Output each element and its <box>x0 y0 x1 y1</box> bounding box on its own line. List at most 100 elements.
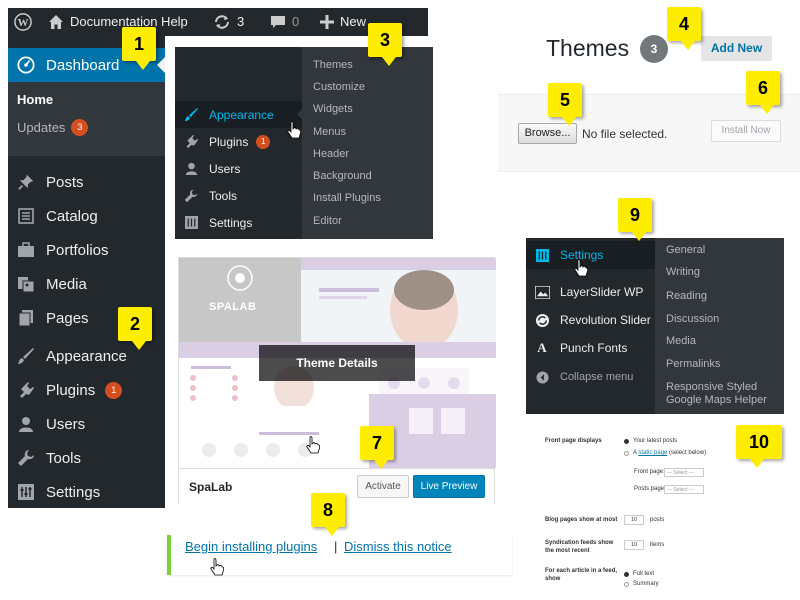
items-unit-label: items <box>650 542 665 548</box>
sidebar-item-users[interactable]: Users <box>8 407 165 441</box>
menu-item-label: Revolution Slider <box>560 313 651 327</box>
settings-icon <box>16 482 36 502</box>
sidebar-item-label: Tools <box>46 449 82 467</box>
file-status-text: No file selected. <box>582 127 668 141</box>
refresh-icon <box>532 310 552 330</box>
menu-item-punch-fonts[interactable]: A Punch Fonts <box>526 334 655 362</box>
submenu-writing[interactable]: Writing <box>666 266 700 279</box>
plug-icon <box>16 380 36 400</box>
activate-button[interactable]: Activate <box>357 475 409 498</box>
submenu-reading[interactable]: Reading <box>666 290 707 303</box>
add-new-button[interactable]: Add New <box>701 36 772 61</box>
submenu-permalinks[interactable]: Permalinks <box>666 358 720 371</box>
submenu-widgets[interactable]: Widgets <box>313 103 353 115</box>
sidebar-item-settings[interactable]: Settings <box>8 475 165 509</box>
sidebar-item-tools[interactable]: Tools <box>8 441 165 475</box>
sidebar-item-media[interactable]: Media <box>8 267 165 301</box>
menu-item-label: Tools <box>209 188 238 203</box>
theme-card[interactable]: SPALAB Theme Details SpaLab Activate Liv… <box>178 257 496 504</box>
static-page-link[interactable]: static page <box>638 450 667 456</box>
submenu-background[interactable]: Background <box>313 170 372 182</box>
sidebar-item-label: Posts <box>46 173 84 191</box>
summary-radio[interactable] <box>624 582 629 587</box>
menu-item-users[interactable]: Users <box>175 155 302 182</box>
submenu-general[interactable]: General <box>666 244 705 257</box>
submenu-discussion[interactable]: Discussion <box>666 313 719 326</box>
full-text-radio[interactable] <box>624 572 629 577</box>
plug-icon <box>181 132 201 152</box>
wrench-icon <box>181 186 201 206</box>
submenu-home[interactable]: Home <box>17 92 53 107</box>
browse-button[interactable]: Browse... <box>518 123 577 144</box>
submenu-responsive-styled-google-maps-helper[interactable]: Responsive Styled Google Maps Helper <box>666 381 784 407</box>
summary-label: Summary <box>633 581 659 587</box>
wordpress-logo-icon[interactable]: W <box>14 8 32 36</box>
settings-icon <box>181 213 201 233</box>
menu-item-plugins[interactable]: Plugins 1 <box>175 128 302 155</box>
front-page-select[interactable]: — Select — <box>664 468 704 477</box>
submenu-media[interactable]: Media <box>666 335 696 348</box>
sidebar-item-plugins[interactable]: Plugins 1 <box>8 373 165 407</box>
updates-count: 3 <box>237 14 245 29</box>
menu-item-tools[interactable]: Tools <box>175 182 302 209</box>
syndication-input[interactable]: 10 <box>624 540 644 550</box>
menu-item-revolution-slider[interactable]: Revolution Slider <box>526 306 655 334</box>
collapse-menu-button[interactable]: Collapse menu <box>526 363 655 391</box>
callout-6: 6 <box>746 71 780 114</box>
dismiss-notice-link[interactable]: Dismiss this notice <box>344 539 452 554</box>
hand-cursor-icon <box>574 259 588 277</box>
dashboard-submenu: Home Updates 3 <box>8 82 165 156</box>
sidebar-item-label: Users <box>46 415 86 433</box>
sidebar-item-posts[interactable]: Posts <box>8 165 165 199</box>
sidebar-item-catalog[interactable]: Catalog <box>8 199 165 233</box>
submenu-themes[interactable]: Themes <box>313 59 353 71</box>
live-preview-button[interactable]: Live Preview <box>413 475 485 498</box>
blog-pages-input[interactable]: 10 <box>624 515 644 525</box>
appearance-flyout-menu: Appearance Plugins 1 Users Tools Setting… <box>175 47 433 239</box>
updates-badge: 3 <box>71 119 89 136</box>
sidebar-item-portfolios[interactable]: Portfolios <box>8 233 165 267</box>
menu-item-label: Users <box>209 161 241 176</box>
submenu-editor[interactable]: Editor <box>313 215 342 227</box>
media-icon <box>16 274 36 294</box>
pages-icon <box>16 308 36 328</box>
sidebar-item-label: Catalog <box>46 207 98 225</box>
plugins-badge: 1 <box>256 134 271 149</box>
hand-cursor-icon <box>287 121 301 139</box>
static-page-option: A static page (select below) <box>633 450 706 456</box>
begin-installing-link[interactable]: Begin installing plugins <box>185 539 317 554</box>
theme-details-button[interactable]: Theme Details <box>259 345 415 381</box>
sidebar-item-label: Dashboard <box>46 56 120 74</box>
submenu-header[interactable]: Header <box>313 148 349 160</box>
submenu-customize[interactable]: Customize <box>313 81 365 93</box>
notice-separator: | <box>334 539 338 554</box>
static-page-radio[interactable] <box>624 451 629 456</box>
menu-item-layerslider[interactable]: LayerSlider WP <box>526 278 655 306</box>
menu-item-label: Appearance <box>209 107 274 122</box>
latest-posts-radio[interactable] <box>624 439 629 444</box>
submenu-updates[interactable]: Updates 3 <box>17 119 89 136</box>
comments-link[interactable]: 0 <box>270 8 299 36</box>
refresh-icon <box>215 15 229 29</box>
sidebar-item-label: Portfolios <box>46 241 109 259</box>
updates-link[interactable]: 3 <box>213 8 244 36</box>
latest-posts-label: Your latest posts <box>633 438 678 444</box>
menu-item-label: Settings <box>209 215 253 230</box>
posts-page-label: Posts page: <box>634 486 666 492</box>
hand-cursor-icon <box>306 436 320 454</box>
site-name-link[interactable]: Documentation Help <box>48 8 188 36</box>
home-icon <box>49 15 63 29</box>
menu-item-appearance[interactable]: Appearance <box>175 101 303 128</box>
submenu-menus[interactable]: Menus <box>313 126 346 138</box>
new-content-link[interactable]: New <box>320 8 366 36</box>
posts-page-select[interactable]: — Select — <box>664 485 704 494</box>
hand-cursor-icon <box>210 558 224 576</box>
menu-item-settings[interactable]: Settings <box>175 209 302 236</box>
menu-item-settings[interactable]: Settings <box>526 241 655 269</box>
menu-item-label: Plugins <box>209 134 249 149</box>
menu-item-label: Punch Fonts <box>560 341 628 355</box>
submenu-install-plugins[interactable]: Install Plugins <box>313 192 381 204</box>
theme-screenshot: SPALAB Theme Details <box>179 258 496 468</box>
install-now-button[interactable]: Install Now <box>711 120 781 142</box>
each-article-label: For each article in a feed, show <box>545 568 618 582</box>
